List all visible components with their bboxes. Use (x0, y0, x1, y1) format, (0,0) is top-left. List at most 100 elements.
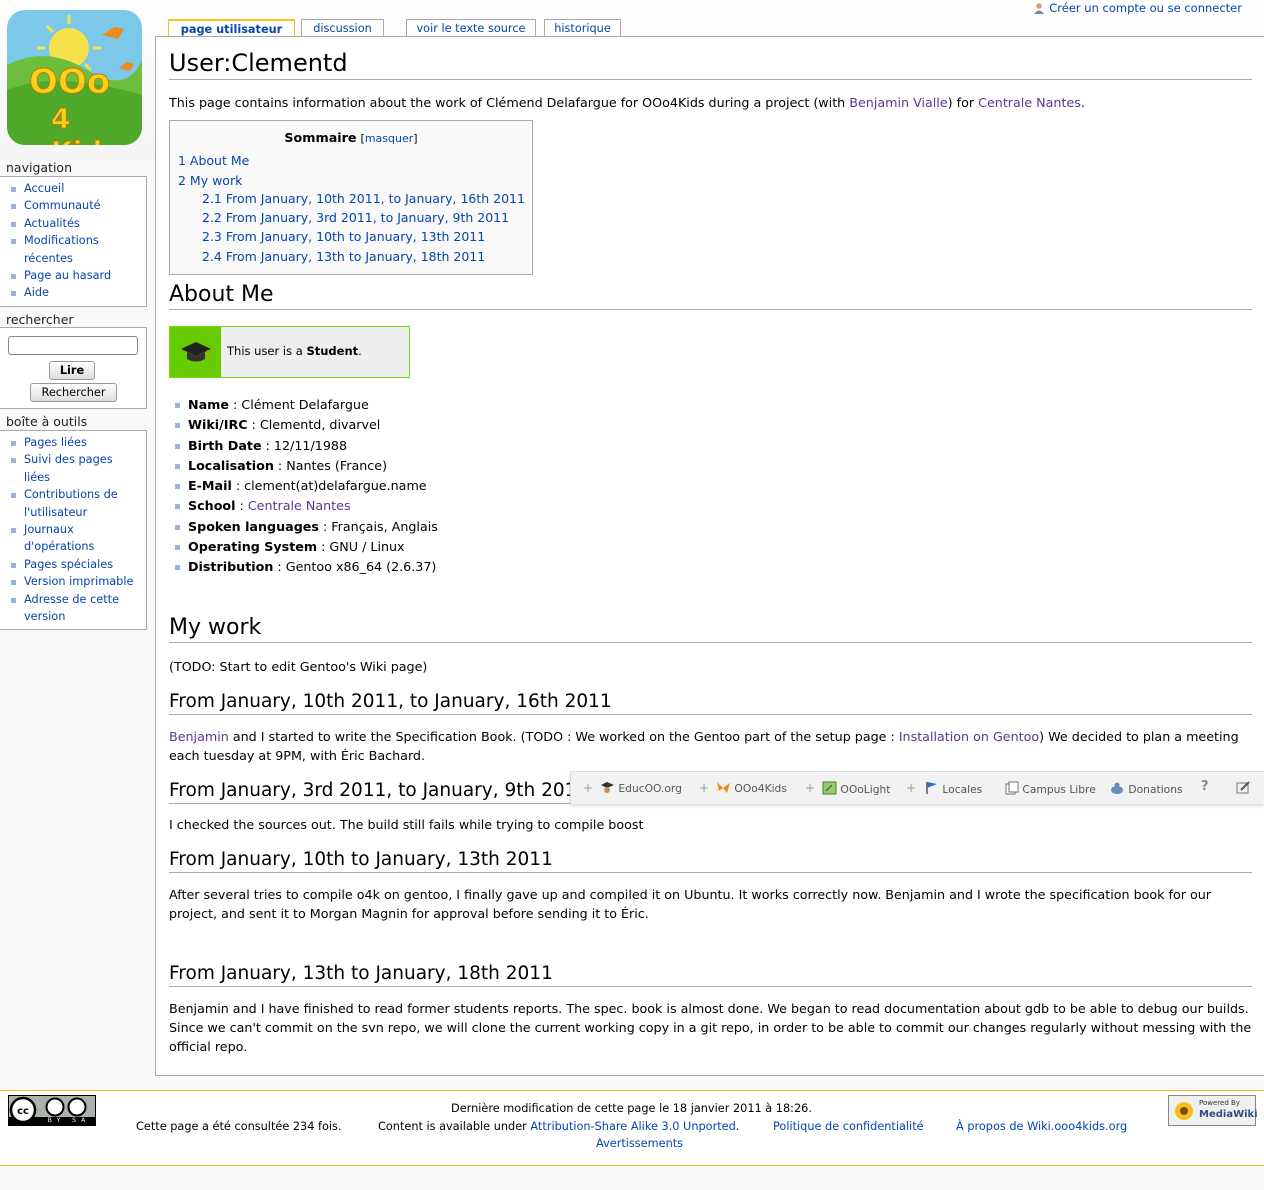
navigation-portlet: Accueil Communauté Actualités Modificati… (0, 176, 147, 307)
info-value: : Gentoo x86_64 (2.6.37) (273, 559, 437, 575)
toc-item-2-4[interactable]: 2.4 From January, 13th to January, 18th … (202, 249, 485, 264)
site-logo[interactable]: OOo 4 Kids (7, 10, 142, 145)
heading-section-2-4: From January, 13th to January, 18th 2011 (169, 962, 1252, 987)
plus-icon[interactable]: + (699, 781, 709, 795)
nav-item-random-page[interactable]: Page au hasard (0, 267, 146, 284)
disclaimers-link[interactable]: Avertissements (596, 1137, 683, 1150)
powered-by-text: Powered By (1199, 1099, 1240, 1107)
nav-item-recent-changes-cont[interactable]: récentes (0, 250, 146, 267)
plus-icon[interactable]: + (805, 781, 815, 795)
search-heading: rechercher (6, 312, 74, 327)
info-key: Name (188, 397, 230, 412)
toc-item-2-3[interactable]: 2.3 From January, 10th to January, 13th … (202, 229, 485, 244)
help-icon[interactable]: ? (1201, 779, 1209, 794)
toc-item-2[interactable]: 2 My work (178, 173, 242, 188)
info-value: : 12/11/1988 (261, 437, 348, 453)
info-key: Wiki/IRC (188, 417, 248, 433)
cc-badge-text: BY SA (47, 1117, 91, 1124)
toc-title: Sommaire [masquer] (284, 130, 418, 145)
link-installation-gentoo[interactable]: Installation on Gentoo (899, 729, 1039, 744)
privacy-link[interactable]: Politique de confidentialité (773, 1120, 924, 1133)
personal-tools: Créer un compte ou se connecter (1033, 1, 1242, 15)
tab-view-source[interactable]: voir le texte source (406, 19, 536, 37)
list-item: Operating System : GNU / Linux (169, 537, 438, 557)
toc-item-1[interactable]: 1 About Me (178, 153, 249, 168)
search-button[interactable]: Rechercher (30, 383, 117, 402)
lead-text: This page contains information about the… (169, 95, 850, 110)
info-key: Operating System (188, 539, 318, 555)
tool-related-changes-cont[interactable]: liées (0, 469, 146, 486)
info-value: : Clément Delafargue (229, 397, 369, 412)
toolbar-locales[interactable]: Locales (925, 781, 982, 796)
s1-text-a: and I started to write the Specification… (228, 729, 899, 744)
s4-line3: official repo. (169, 1039, 248, 1054)
tool-logs[interactable]: Journaux (0, 521, 146, 538)
toolbar-educoo[interactable]: EducOO.org (600, 781, 682, 795)
plus-icon[interactable]: + (906, 781, 916, 795)
toc-item-2-1[interactable]: 2.1 From January, 10th 2011, to January,… (202, 191, 525, 206)
toc-hide-link[interactable]: masquer (365, 132, 413, 145)
toolbar-campus-libre[interactable]: Campus Libre (1005, 781, 1096, 796)
navigation-heading: navigation (6, 160, 72, 175)
info-key: Distribution (188, 559, 274, 575)
link-centrale-nantes[interactable]: Centrale Nantes (978, 95, 1081, 110)
license-post: . (735, 1120, 740, 1133)
work-todo: (TODO: Start to edit Gentoo's Wiki page) (169, 659, 428, 674)
list-item: Birth Date : 12/11/1988 (169, 436, 438, 456)
nav-item-help[interactable]: Aide (0, 284, 146, 301)
tool-printable-version[interactable]: Version imprimable (0, 573, 146, 590)
link-benjamin[interactable]: Benjamin (169, 729, 229, 744)
tool-logs-cont[interactable]: d'opérations (0, 538, 146, 555)
page-title: User:Clementd (169, 47, 1252, 80)
tool-what-links-here[interactable]: Pages liées (0, 434, 146, 451)
link-school-centrale-nantes[interactable]: Centrale Nantes (248, 498, 351, 513)
tab-history[interactable]: historique (544, 19, 621, 37)
search-input[interactable] (8, 336, 138, 355)
toc-item-2-2[interactable]: 2.2 From January, 3rd 2011, to January, … (202, 210, 509, 225)
heading-section-2-3: From January, 10th to January, 13th 2011 (169, 848, 1252, 873)
user-icon (1033, 2, 1045, 14)
flag-icon (926, 782, 937, 794)
nav-item-recent-changes[interactable]: Modifications (0, 232, 146, 249)
lead-text-3: . (1080, 95, 1085, 110)
nav-item-home[interactable]: Accueil (0, 180, 146, 197)
section-2-1-text: Benjamin and I started to write the Spec… (169, 727, 1252, 765)
toolbar-donations[interactable]: Donations (1110, 781, 1183, 796)
search-portlet: Lire Rechercher (0, 327, 147, 409)
list-item: Spoken languages : Français, Anglais (169, 517, 438, 537)
list-item: E-Mail : clement(at)delafargue.name (169, 476, 438, 496)
donation-icon (1111, 782, 1123, 794)
toolbar-ooo4kids[interactable]: OOo4Kids (716, 781, 787, 795)
toolbar-label: Campus Libre (1022, 783, 1096, 796)
search-go-button[interactable]: Lire (49, 361, 95, 380)
nav-item-news[interactable]: Actualités (0, 215, 146, 232)
heading-about-me: About Me (169, 281, 1252, 310)
info-value: : Clementd, divarvel (247, 417, 381, 433)
edit-icon[interactable] (1235, 779, 1251, 798)
link-benjamin-vialle[interactable]: Benjamin Vialle (849, 95, 947, 110)
tool-related-changes[interactable]: Suivi des pages (0, 451, 146, 468)
tool-special-pages[interactable]: Pages spéciales (0, 556, 146, 573)
list-item: Distribution : Gentoo x86_64 (2.6.37) (169, 557, 438, 577)
info-value: : (235, 498, 248, 514)
s3-line2: project, and sent it to Morgan Magnin fo… (169, 906, 649, 921)
userbox-student: This user is a Student. (169, 326, 410, 378)
butterfly-icon (717, 782, 730, 793)
about-link[interactable]: À propos de Wiki.ooo4kids.org (956, 1120, 1127, 1133)
cc-by-sa-badge[interactable]: cc BY SA (8, 1095, 96, 1126)
sunflower-icon (1175, 1102, 1193, 1120)
lead-text-2: ) for (947, 95, 979, 110)
nav-item-community[interactable]: Communauté (0, 197, 146, 214)
plus-icon[interactable]: + (583, 781, 593, 795)
login-link[interactable]: Créer un compte ou se connecter (1049, 1, 1242, 15)
tool-permanent-link[interactable]: Adresse de cette (0, 591, 146, 608)
list-item: School : Centrale Nantes (169, 496, 438, 516)
tab-discussion[interactable]: discussion (301, 19, 384, 37)
user-info-list: Name : Clément Delafargue Wiki/IRC : Cle… (169, 395, 438, 578)
license-link[interactable]: Attribution-Share Alike 3.0 Unported (530, 1120, 735, 1133)
tool-user-contributions-cont[interactable]: l'utilisateur (0, 504, 146, 521)
tool-user-contributions[interactable]: Contributions de (0, 486, 146, 503)
toolbar-ooolight[interactable]: OOoLight (822, 781, 890, 796)
tool-permanent-link-cont[interactable]: version (0, 608, 146, 625)
powered-by-mediawiki-badge[interactable]: Powered By MediaWiki (1168, 1095, 1258, 1126)
